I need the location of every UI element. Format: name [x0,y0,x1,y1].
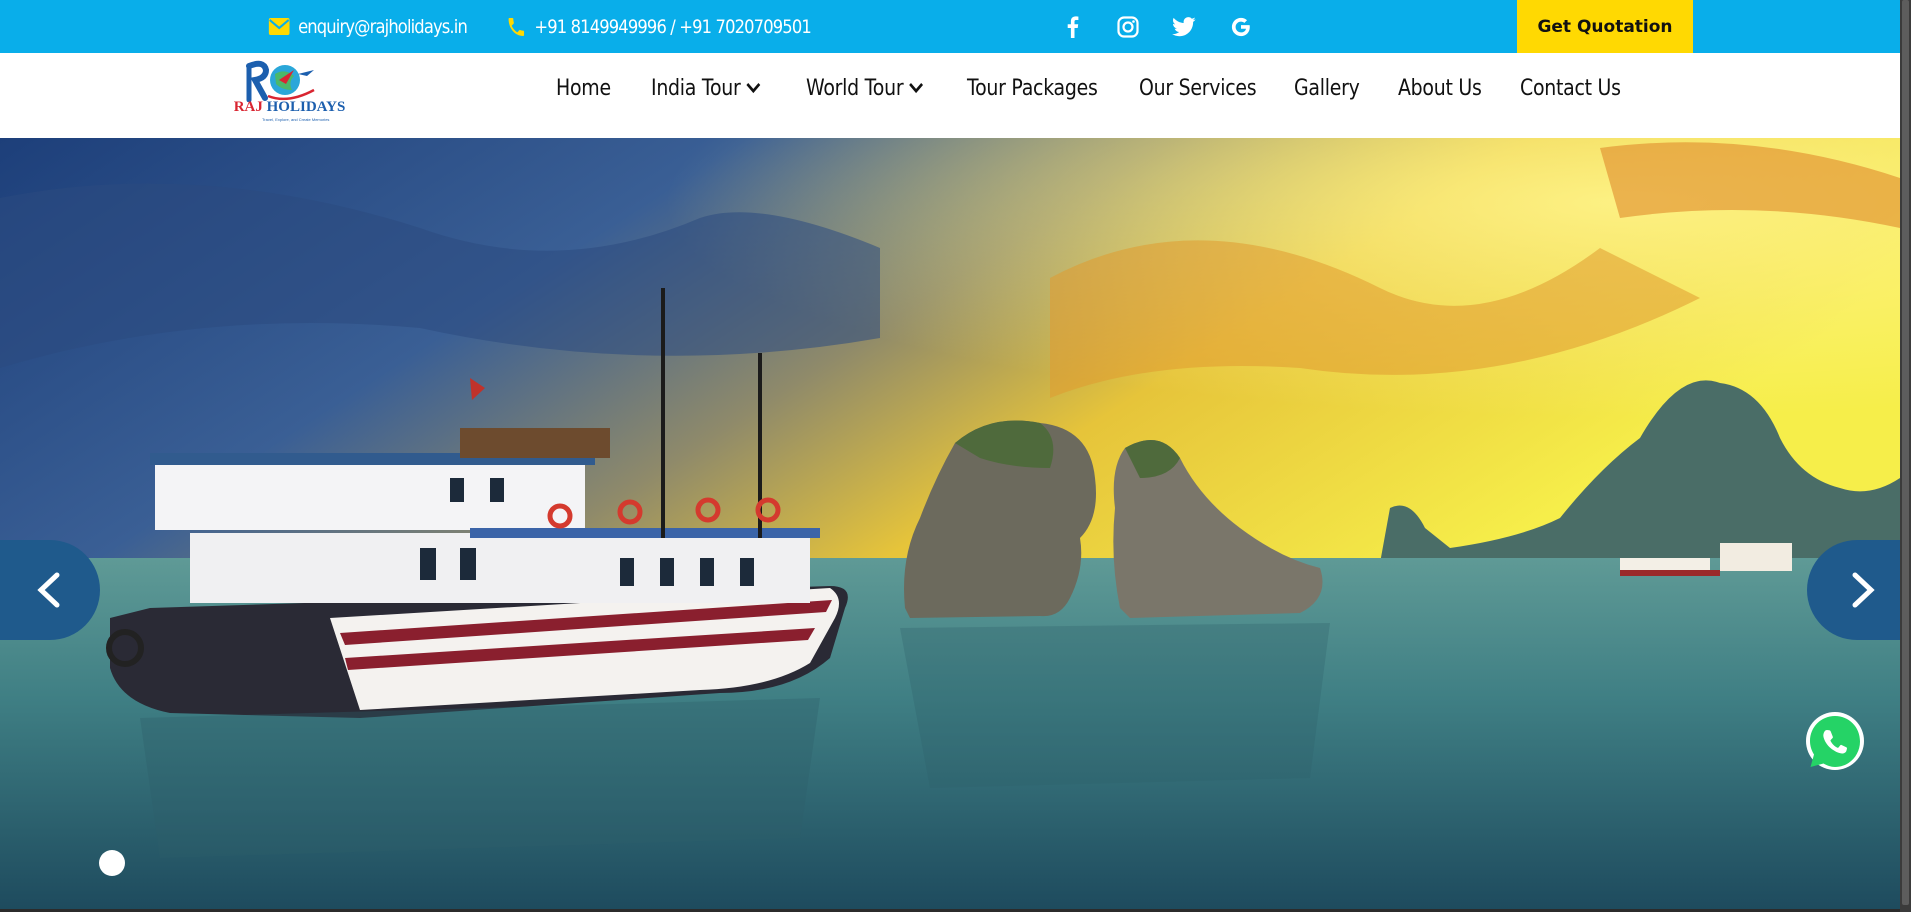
nav-india-tour[interactable]: India Tour [651,53,761,123]
facebook-icon [1067,15,1078,38]
chevron-down-icon [746,82,761,94]
phone-icon [508,17,525,36]
google-link[interactable] [1226,0,1256,53]
nav-tour-packages[interactable]: Tour Packages [967,53,1098,123]
twitter-icon [1172,16,1196,36]
prev-slide-button[interactable] [0,540,100,640]
phone-link[interactable]: +91 8149949996 / +91 7020709501 [506,0,812,53]
logo-mark-icon [246,60,315,102]
nav-about-us[interactable]: About Us [1398,53,1482,123]
whatsapp-icon [1806,712,1864,770]
chevron-down-icon [909,82,924,94]
nav-our-services[interactable]: Our Services [1139,53,1257,123]
google-icon [1231,17,1250,36]
chevron-right-icon [1852,572,1875,608]
top-bar: enquiry@rajholidays.in +91 8149949996 / … [0,0,1900,53]
logo-text: RAJ HOLIDAYS [233,99,346,115]
instagram-icon [1117,15,1139,38]
twitter-link[interactable] [1169,0,1199,53]
hero-slider [0,138,1900,909]
logo-tagline: Travel, Explore, and Create Memories [262,117,330,122]
nav-world-tour[interactable]: World Tour [806,53,924,123]
envelope-icon [268,18,290,35]
slide-indicator-dot[interactable] [99,850,125,876]
instagram-link[interactable] [1113,0,1143,53]
logo[interactable]: RAJ HOLIDAYS Travel, Explore, and Create… [232,60,347,126]
get-quotation-button[interactable]: Get Quotation [1517,0,1693,53]
scrollbar[interactable] [1900,0,1911,912]
chevron-left-icon [37,572,60,608]
facebook-link[interactable] [1057,0,1087,53]
page: enquiry@rajholidays.in +91 8149949996 / … [0,0,1900,912]
phone-text: +91 8149949996 / +91 7020709501 [534,15,811,38]
next-slide-button[interactable] [1807,540,1900,640]
nav-home[interactable]: Home [556,53,611,123]
email-link[interactable]: enquiry@rajholidays.in [268,0,468,53]
nav-gallery[interactable]: Gallery [1294,53,1360,123]
whatsapp-button[interactable] [1803,710,1867,774]
hero-image [0,138,1900,909]
nav-contact-us[interactable]: Contact Us [1520,53,1621,123]
email-text: enquiry@rajholidays.in [298,15,468,38]
scrollbar-thumb[interactable] [1902,0,1909,905]
